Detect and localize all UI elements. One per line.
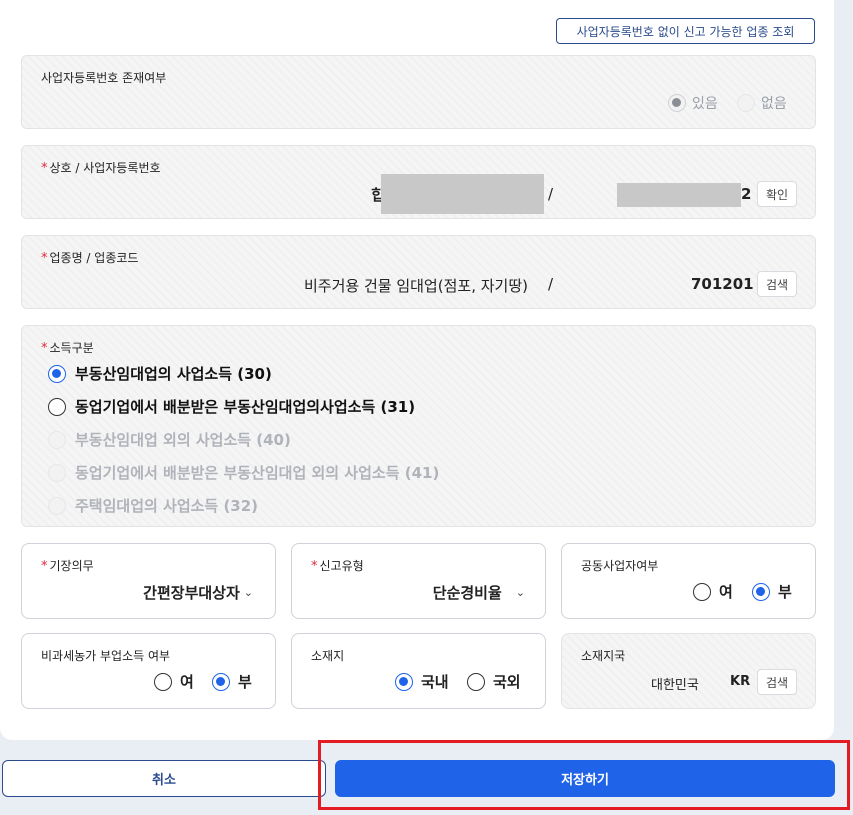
save-button[interactable]: 저장하기: [335, 760, 835, 797]
joint-business-yes-radio: [693, 582, 711, 601]
country-name: 대한민국: [651, 678, 699, 693]
country-code: KR: [730, 674, 751, 689]
redacted-reg-no: [617, 183, 741, 207]
chevron-down-icon: ⌄: [515, 586, 525, 599]
income-option-32-radio: [48, 496, 66, 515]
industry-separator: /: [548, 275, 554, 293]
income-option-40: 부동산임대업 외의 사업소득 (40): [48, 429, 291, 450]
farm-income-yes-label: 여: [180, 673, 194, 691]
income-option-40-radio: [48, 430, 66, 449]
income-option-41-label: 동업기업에서 배분받은 부동산임대업 외의 사업소득 (41): [75, 464, 440, 482]
country-label: 소재지국: [581, 649, 626, 663]
farm-income-label: 비과세농가 부업소득 여부: [41, 649, 171, 663]
industry-section: * 업종명 / 업종코드 비주거용 건물 임대업(점포, 자기땅) / 70120…: [21, 235, 816, 309]
required-mark: *: [41, 559, 48, 574]
farm-income-box: 비과세농가 부업소득 여부 여 부: [21, 633, 276, 709]
industry-label-text: 업종명 / 업종코드: [49, 251, 139, 265]
income-option-30-label: 부동산임대업의 사업소득 (30): [75, 365, 272, 383]
location-foreign-label: 국외: [493, 673, 521, 691]
biz-reg-existence-section: 사업자등록번호 존재여부 있음 없음: [21, 55, 816, 129]
filing-type-select[interactable]: * 신고유형 단순경비율 ⌄: [291, 543, 546, 619]
radio-exists-label: 있음: [692, 96, 718, 112]
location-domestic-label: 국내: [421, 673, 449, 691]
income-option-30-radio: [48, 364, 66, 383]
joint-business-yes[interactable]: 여: [693, 581, 733, 602]
joint-business-no-radio: [752, 582, 770, 601]
joint-business-label: 공동사업자여부: [581, 559, 659, 573]
income-option-32-label: 주택임대업의 사업소득 (32): [75, 497, 259, 515]
income-type-section: * 소득구분 부동산임대업의 사업소득 (30) 동업기업에서 배분받은 부동산임…: [21, 325, 816, 527]
income-option-30[interactable]: 부동산임대업의 사업소득 (30): [48, 363, 272, 384]
required-mark: *: [41, 251, 48, 266]
bookkeeping-label-text: 기장의무: [49, 559, 94, 573]
filing-type-label: * 신고유형: [311, 557, 364, 574]
location-box: 소재지 국내 국외: [291, 633, 546, 709]
income-option-31[interactable]: 동업기업에서 배분받은 부동산임대업의사업소득 (31): [48, 396, 415, 417]
radio-exists[interactable]: 있음: [668, 93, 718, 113]
industry-name: 비주거용 건물 임대업(점포, 자기땅): [304, 277, 528, 295]
industry-code: 701201: [691, 275, 754, 293]
required-mark: *: [41, 161, 48, 176]
confirm-button[interactable]: 확인: [757, 181, 798, 207]
trade-name-section: * 상호 / 사업자등록번호 힙 / 2 확인: [21, 145, 816, 219]
farm-income-no[interactable]: 부: [212, 671, 252, 692]
joint-business-box: 공동사업자여부 여 부: [561, 543, 816, 619]
farm-income-no-radio: [212, 672, 230, 691]
joint-business-no-label: 부: [778, 583, 792, 601]
location-domestic-radio: [395, 672, 413, 691]
income-option-41: 동업기업에서 배분받은 부동산임대업 외의 사업소득 (41): [48, 462, 439, 483]
lookup-industry-button[interactable]: 사업자등록번호 없이 신고 가능한 업종 조회: [556, 18, 815, 44]
farm-income-yes-radio: [154, 672, 172, 691]
required-mark: *: [41, 341, 48, 356]
trade-name-label: * 상호 / 사업자등록번호: [41, 159, 161, 176]
reg-no-value: 2: [741, 185, 752, 203]
biz-reg-existence-label: 사업자등록번호 존재여부: [41, 71, 167, 85]
bookkeeping-select[interactable]: * 기장의무 간편장부대상자 ⌄: [21, 543, 276, 619]
radio-not-exists-dot: [737, 94, 755, 112]
industry-search-button[interactable]: 검색: [757, 271, 798, 297]
location-domestic[interactable]: 국내: [395, 671, 449, 692]
income-type-label-text: 소득구분: [49, 341, 94, 355]
farm-income-no-label: 부: [238, 673, 252, 691]
income-option-32: 주택임대업의 사업소득 (32): [48, 495, 258, 516]
country-box: 소재지국 대한민국 KR 검색: [561, 633, 816, 709]
required-mark: *: [311, 559, 318, 574]
income-option-41-radio: [48, 463, 66, 482]
income-type-label: * 소득구분: [41, 339, 94, 356]
filing-type-value: 단순경비율 ⌄: [433, 582, 525, 603]
bookkeeping-label: * 기장의무: [41, 557, 94, 574]
redacted-trade-name: [381, 174, 544, 214]
location-label: 소재지: [311, 649, 345, 663]
country-search-button[interactable]: 검색: [757, 669, 798, 695]
cancel-button[interactable]: 취소: [2, 760, 326, 797]
income-option-31-radio: [48, 397, 66, 416]
joint-business-yes-label: 여: [719, 583, 733, 601]
income-option-40-label: 부동산임대업 외의 사업소득 (40): [75, 431, 291, 449]
industry-label: * 업종명 / 업종코드: [41, 249, 138, 266]
joint-business-no[interactable]: 부: [752, 581, 792, 602]
location-foreign-radio: [467, 672, 485, 691]
radio-not-exists[interactable]: 없음: [737, 93, 787, 113]
radio-exists-dot: [668, 94, 686, 112]
chevron-down-icon: ⌄: [243, 586, 253, 599]
farm-income-yes[interactable]: 여: [154, 671, 194, 692]
bookkeeping-value-text: 간편장부대상자: [143, 584, 240, 602]
trade-name-label-text: 상호 / 사업자등록번호: [49, 161, 161, 175]
radio-not-exists-label: 없음: [761, 96, 787, 112]
bookkeeping-value: 간편장부대상자 ⌄: [143, 582, 253, 603]
trade-name-separator: /: [548, 185, 554, 203]
location-foreign[interactable]: 국외: [467, 671, 521, 692]
filing-type-label-text: 신고유형: [319, 559, 364, 573]
filing-type-value-text: 단순경비율: [432, 584, 502, 602]
income-option-31-label: 동업기업에서 배분받은 부동산임대업의사업소득 (31): [75, 398, 416, 416]
